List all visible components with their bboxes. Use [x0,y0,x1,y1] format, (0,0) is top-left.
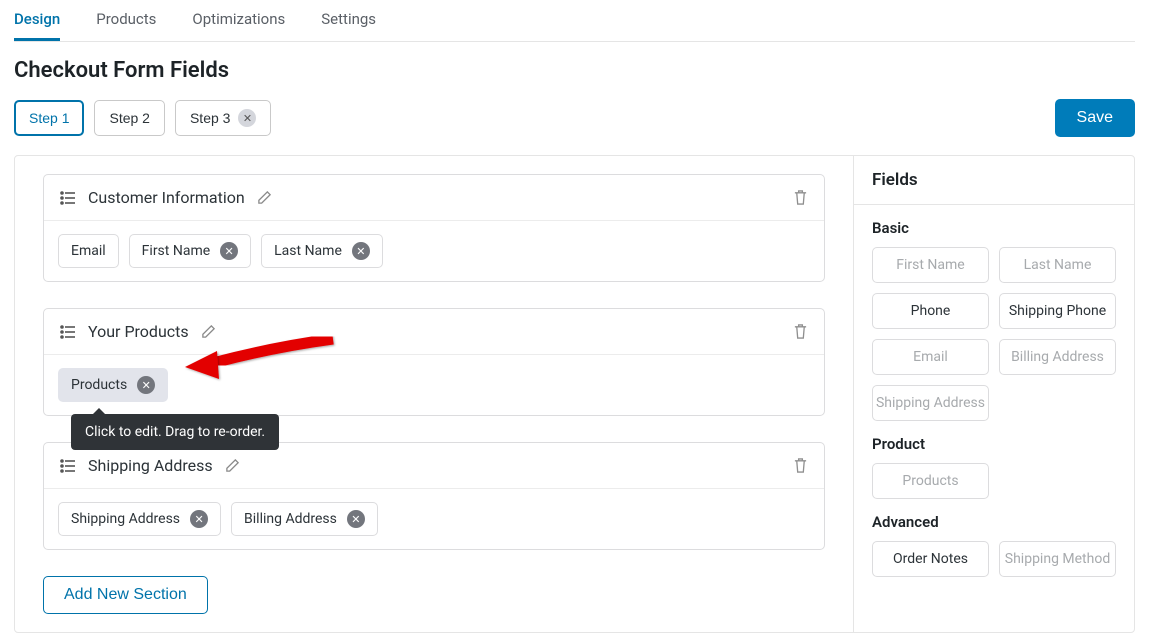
sidebar-field-shipping-phone[interactable]: Shipping Phone [999,293,1116,329]
drag-handle-icon[interactable] [60,459,76,473]
step-2-label: Step 2 [109,110,149,126]
trash-icon[interactable] [793,323,808,340]
top-tabs: Design Products Optimizations Settings [14,0,1135,42]
sidebar-field-shipping-method[interactable]: Shipping Method [999,541,1116,577]
sidebar-heading: Fields [872,170,1116,190]
field-chip-first-name[interactable]: First Name ✕ [129,234,251,268]
field-chip-shipping-address[interactable]: Shipping Address ✕ [58,502,221,536]
step-3-button[interactable]: Step 3 ✕ [175,100,271,136]
step-3-label: Step 3 [190,110,230,126]
sidebar-group-basic-label: Basic [872,219,1116,237]
section-your-products: Your Products Products ✕ [43,308,825,416]
section-title: Customer Information [88,188,245,207]
close-icon[interactable]: ✕ [137,376,155,394]
sidebar-group-advanced-label: Advanced [872,513,1116,531]
chip-label: Email [71,243,106,259]
section-header[interactable]: Your Products [44,309,824,355]
trash-icon[interactable] [793,457,808,474]
section-title: Shipping Address [88,456,213,475]
chip-label: First Name [142,243,210,259]
sidebar-field-order-notes[interactable]: Order Notes [872,541,989,577]
close-icon[interactable]: ✕ [220,242,238,260]
edit-icon[interactable] [225,458,240,473]
sidebar-field-first-name[interactable]: First Name [872,247,989,283]
close-icon[interactable]: ✕ [347,510,365,528]
sidebar-field-phone[interactable]: Phone [872,293,989,329]
drag-handle-icon[interactable] [60,191,76,205]
sidebar-field-email[interactable]: Email [872,339,989,375]
close-icon[interactable]: ✕ [190,510,208,528]
sidebar-field-billing-address[interactable]: Billing Address [999,339,1116,375]
step-1-label: Step 1 [29,110,69,126]
tab-settings[interactable]: Settings [321,4,376,41]
chip-label: Shipping Address [71,511,180,527]
chip-label: Products [71,377,127,393]
add-new-section-button[interactable]: Add New Section [43,576,208,614]
sidebar-field-products[interactable]: Products [872,463,989,499]
section-customer-information: Customer Information Email First Name ✕ L… [43,174,825,282]
fields-sidebar: Fields Basic First Name Last Name Phone … [854,156,1134,632]
section-shipping-address: Shipping Address Shipping Address ✕ Billi… [43,442,825,550]
edit-icon[interactable] [201,324,216,339]
chip-label: Last Name [274,243,342,259]
close-icon[interactable]: ✕ [238,109,256,127]
field-chip-products[interactable]: Products ✕ [58,368,168,402]
tab-design[interactable]: Design [14,4,60,41]
edit-icon[interactable] [257,190,272,205]
tab-products[interactable]: Products [96,4,156,41]
sidebar-group-product-label: Product [872,435,1116,453]
divider [854,204,1134,205]
step-switcher: Step 1 Step 2 Step 3 ✕ [14,100,271,136]
field-chip-last-name[interactable]: Last Name ✕ [261,234,383,268]
sidebar-field-shipping-address[interactable]: Shipping Address [872,385,989,421]
sidebar-field-last-name[interactable]: Last Name [999,247,1116,283]
step-2-button[interactable]: Step 2 [94,100,164,136]
field-chip-email[interactable]: Email [58,234,119,268]
trash-icon[interactable] [793,189,808,206]
page-title: Checkout Form Fields [14,58,1135,83]
field-chip-billing-address[interactable]: Billing Address ✕ [231,502,378,536]
chip-label: Billing Address [244,511,337,527]
drag-handle-icon[interactable] [60,325,76,339]
form-sections-column: Customer Information Email First Name ✕ L… [15,156,854,632]
save-button[interactable]: Save [1055,99,1135,137]
tab-optimizations[interactable]: Optimizations [192,4,285,41]
section-title: Your Products [88,322,189,341]
tooltip: Click to edit. Drag to re-order. [71,414,279,450]
section-header[interactable]: Customer Information [44,175,824,221]
step-1-button[interactable]: Step 1 [14,100,84,136]
close-icon[interactable]: ✕ [352,242,370,260]
